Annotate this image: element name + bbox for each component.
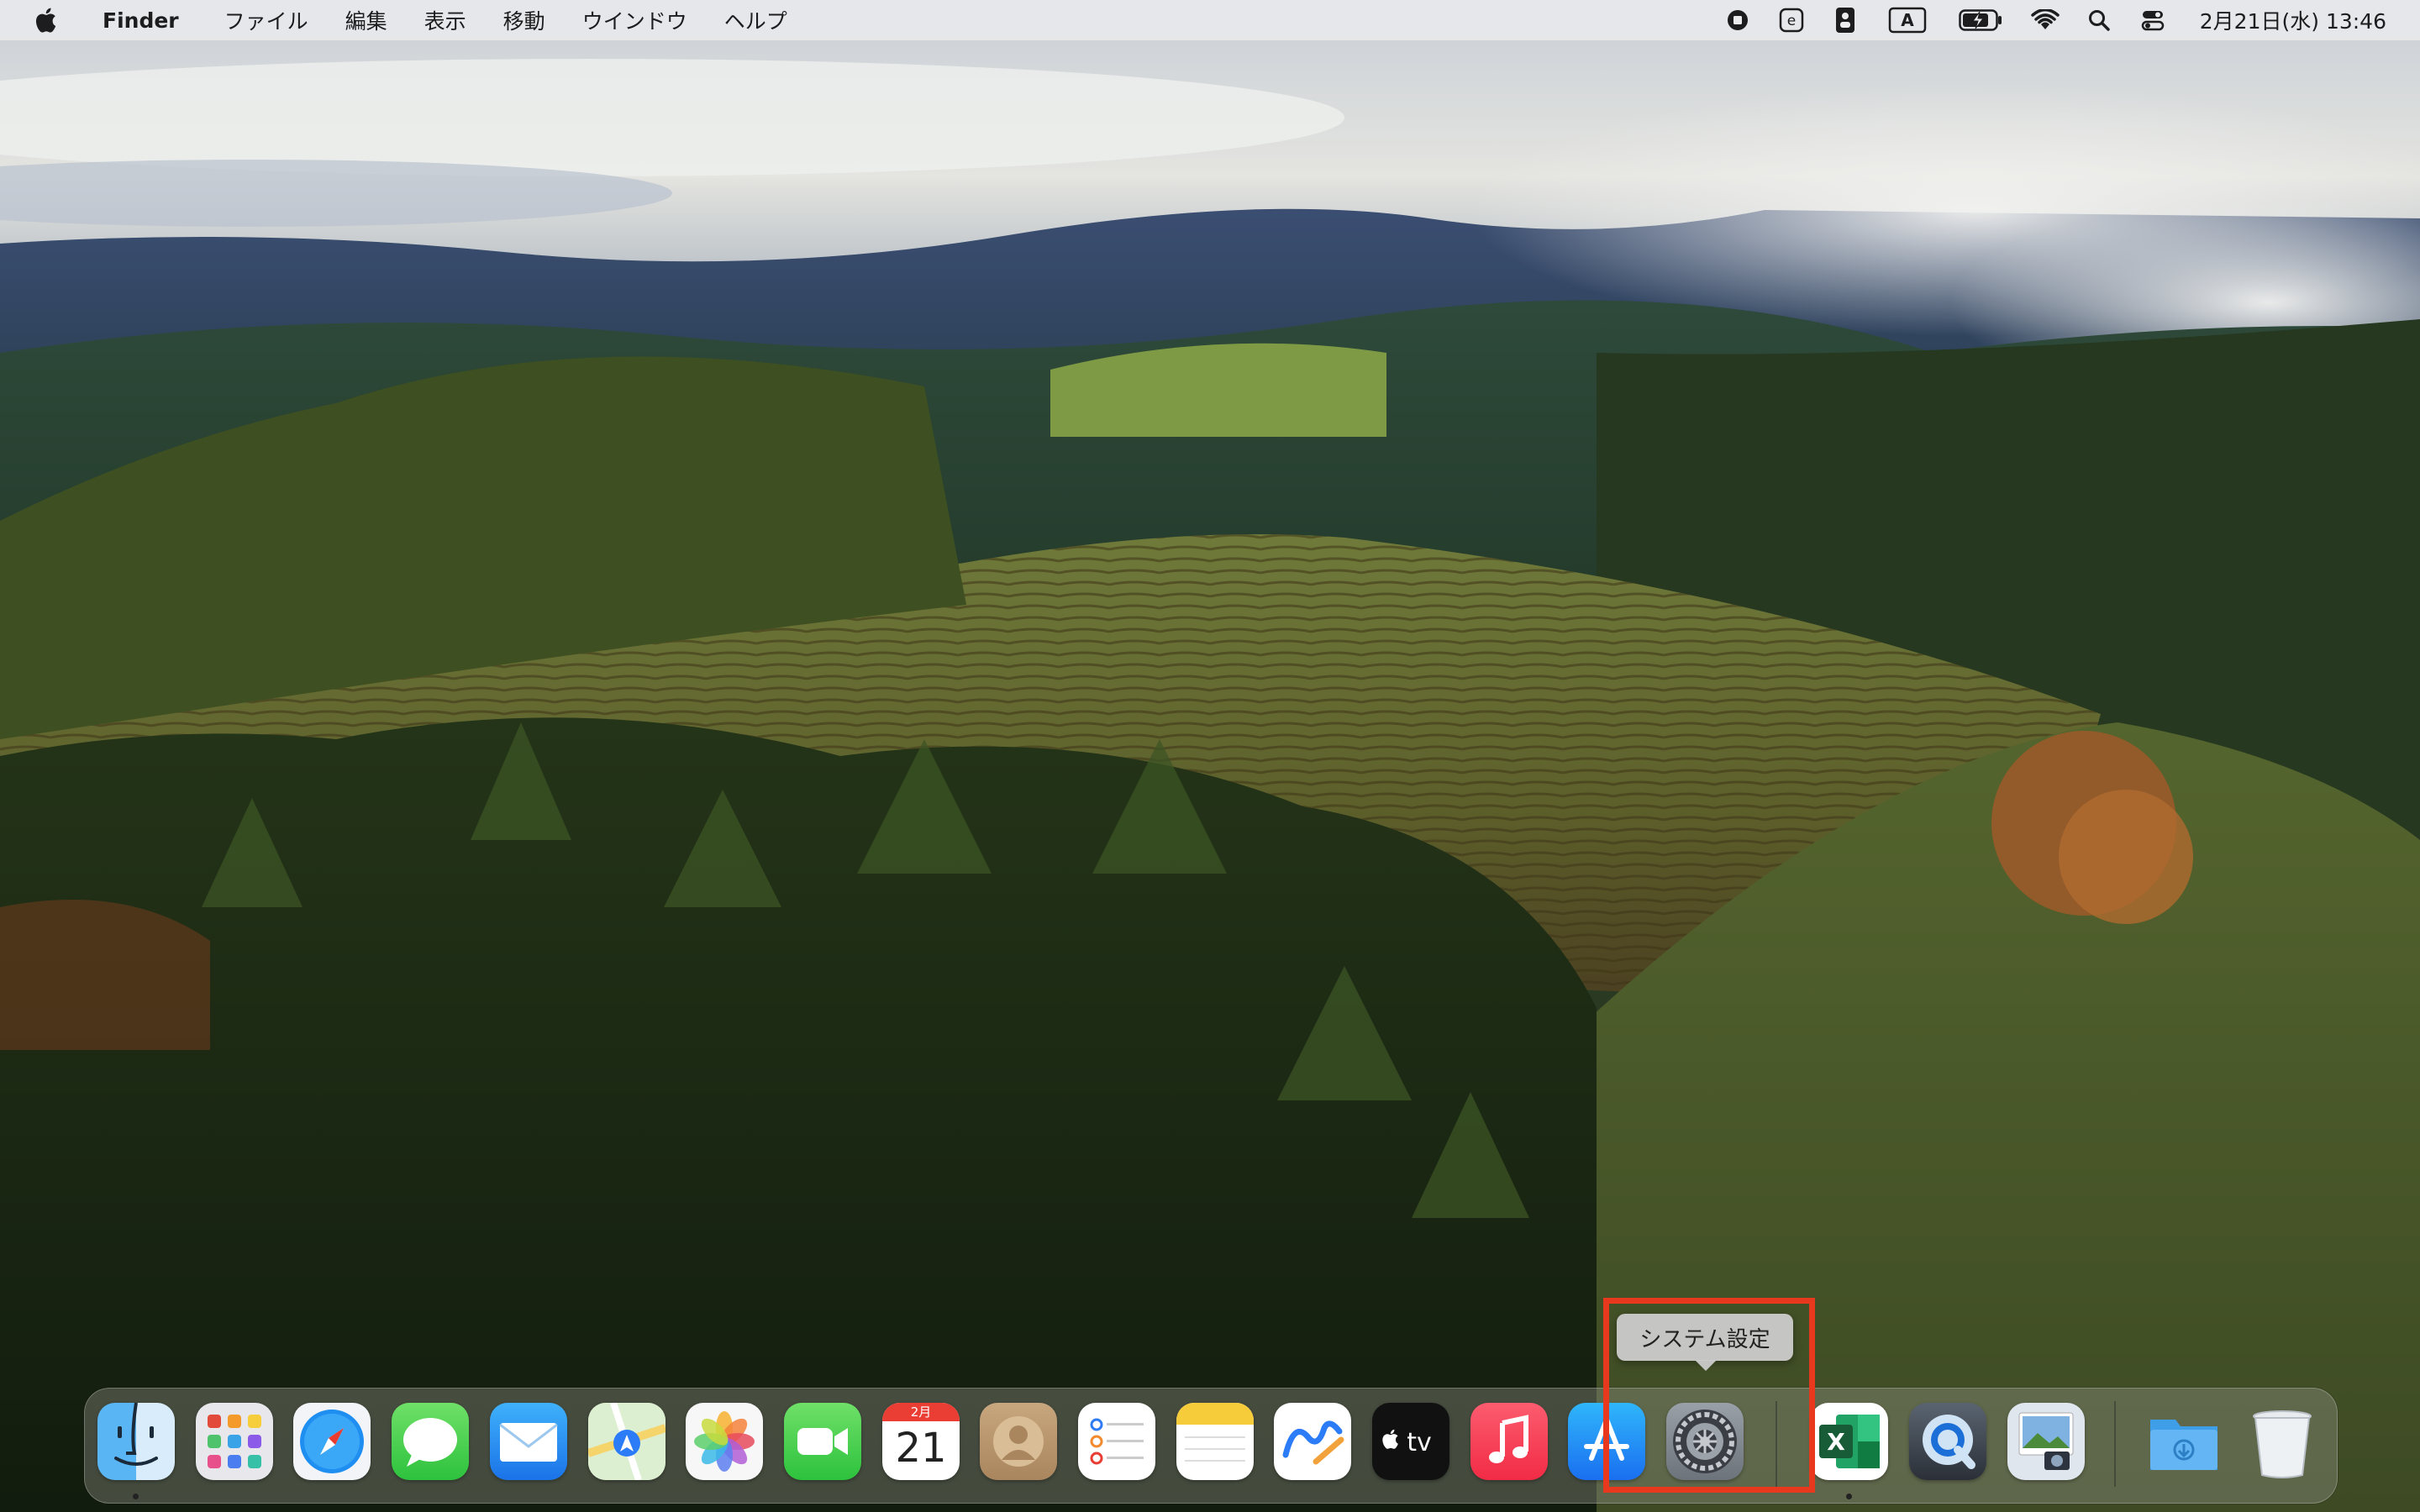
dock-freeform[interactable] bbox=[1274, 1403, 1351, 1480]
photos-flower-icon bbox=[694, 1411, 755, 1472]
menubar-clock[interactable]: 2月21日(水) 13:46 bbox=[2180, 5, 2420, 35]
dock-music[interactable] bbox=[1470, 1403, 1548, 1480]
freeform-scribble-icon bbox=[1282, 1420, 1344, 1465]
dock-photos[interactable] bbox=[686, 1403, 763, 1480]
menu-window[interactable]: ウインドウ bbox=[564, 0, 706, 40]
notes-pad-icon bbox=[1176, 1403, 1254, 1462]
dock-separator-2 bbox=[2114, 1401, 2116, 1487]
menu-app-finder[interactable]: Finder bbox=[87, 0, 206, 40]
apple-menu-icon[interactable] bbox=[32, 5, 62, 35]
downloads-folder-icon bbox=[2150, 1420, 2217, 1470]
safari-compass-icon bbox=[300, 1410, 364, 1473]
apple-tv-label: tv bbox=[1407, 1428, 1432, 1457]
menu-go[interactable]: 移動 bbox=[485, 0, 564, 40]
input-e-letter: e bbox=[1787, 13, 1796, 29]
dock-messages[interactable] bbox=[392, 1403, 469, 1480]
dock-downloads[interactable] bbox=[2145, 1403, 2223, 1480]
dock-quicktime[interactable] bbox=[1909, 1403, 1986, 1480]
dock-apple-tv[interactable]: tv bbox=[1372, 1403, 1449, 1480]
trash-icon bbox=[2253, 1410, 2312, 1478]
music-note-icon bbox=[1489, 1415, 1528, 1463]
screen-record-stop-icon[interactable] bbox=[1711, 0, 1765, 40]
maps-icon bbox=[588, 1403, 666, 1480]
apple-tv-icon: tv bbox=[1382, 1428, 1432, 1457]
dock-excel[interactable]: X bbox=[1811, 1403, 1888, 1480]
dock-safari[interactable] bbox=[293, 1403, 371, 1480]
facetime-camera-icon bbox=[797, 1428, 848, 1455]
dock-facetime[interactable] bbox=[784, 1403, 861, 1480]
input-source-a-icon[interactable]: A bbox=[1872, 0, 1943, 40]
input-e-icon[interactable]: e bbox=[1765, 0, 1818, 40]
battery-charging-icon[interactable] bbox=[1943, 0, 2018, 40]
menu-file[interactable]: ファイル bbox=[206, 0, 327, 40]
finder-running-indicator bbox=[133, 1494, 139, 1499]
calendar-month: 2月 bbox=[882, 1403, 960, 1421]
wifi-icon[interactable] bbox=[2018, 0, 2072, 40]
excel-running-indicator bbox=[1846, 1494, 1852, 1499]
excel-letter: X bbox=[1827, 1428, 1845, 1456]
dock-trash[interactable] bbox=[2244, 1403, 2321, 1480]
dock-calendar[interactable]: 2月 21 bbox=[882, 1403, 960, 1480]
contacts-badge-icon[interactable] bbox=[1818, 0, 1872, 40]
reminders-list-icon bbox=[1090, 1418, 1144, 1465]
dock-reminders[interactable] bbox=[1078, 1403, 1155, 1480]
menu-bar: Finder ファイル 編集 表示 移動 ウインドウ ヘルプ e A 2月21日… bbox=[0, 0, 2420, 40]
dock-preview[interactable] bbox=[2007, 1403, 2085, 1480]
highlight-box bbox=[1603, 1298, 1815, 1493]
menu-help[interactable]: ヘルプ bbox=[706, 0, 806, 40]
excel-icon: X bbox=[1819, 1415, 1880, 1468]
dock-mail[interactable] bbox=[490, 1403, 567, 1480]
desktop-wallpaper bbox=[0, 0, 2420, 1512]
preview-photos-icon bbox=[2018, 1412, 2074, 1470]
menu-edit[interactable]: 編集 bbox=[327, 0, 406, 40]
contacts-person-icon bbox=[993, 1416, 1044, 1467]
dock-maps[interactable] bbox=[588, 1403, 666, 1480]
quicktime-q-icon bbox=[1923, 1415, 1975, 1469]
messages-bubble-icon bbox=[403, 1418, 457, 1467]
mail-envelope-icon bbox=[499, 1423, 558, 1462]
dock-launchpad[interactable] bbox=[196, 1403, 273, 1480]
dock-contacts[interactable] bbox=[980, 1403, 1057, 1480]
finder-icon bbox=[114, 1403, 158, 1466]
input-source-letter: A bbox=[1901, 10, 1914, 30]
launchpad-icon bbox=[208, 1415, 261, 1468]
menu-view[interactable]: 表示 bbox=[406, 0, 485, 40]
dock-notes[interactable] bbox=[1176, 1403, 1254, 1480]
dock-finder[interactable] bbox=[97, 1403, 175, 1480]
control-center-icon[interactable] bbox=[2126, 0, 2180, 40]
calendar-day: 21 bbox=[895, 1425, 947, 1472]
spotlight-search-icon[interactable] bbox=[2072, 0, 2126, 40]
